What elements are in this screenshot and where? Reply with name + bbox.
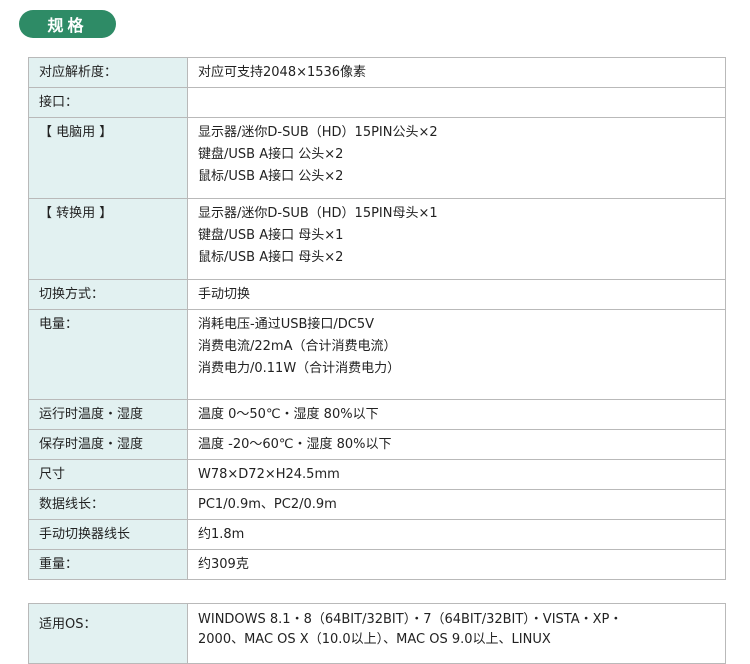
section-title-badge: 规格: [19, 10, 116, 38]
os-value: WINDOWS 8.1・8（64BIT/32BIT）・7（64BIT/32BIT…: [187, 603, 726, 664]
pc-label: 【 电脑用 】: [28, 117, 188, 199]
pc-line: 键盘/USB A接口 公头×2: [198, 147, 344, 162]
interface-value: [187, 87, 726, 118]
interface-label: 接口：: [28, 87, 188, 118]
convert-value: 显示器/迷你D-SUB（HD）15PIN母头×1 键盘/USB A接口 母头×1…: [187, 198, 726, 280]
table-row: 对应解析度： 对应可支持2048×1536像素: [28, 57, 726, 88]
section-title: 规格: [47, 16, 88, 35]
switch-mode-value: 手动切换: [187, 279, 726, 310]
weight-value: 约309克: [187, 549, 726, 580]
table-row: 切换方式： 手动切换: [28, 279, 726, 310]
convert-line: 显示器/迷你D-SUB（HD）15PIN母头×1: [198, 206, 438, 221]
power-value: 消耗电压-通过USB接口/DC5V 消费电流/22mA（合计消费电流） 消费电力…: [187, 309, 726, 400]
power-label: 电量：: [28, 309, 188, 400]
table-row: 数据线长： PC1/0.9m、PC2/0.9m: [28, 489, 726, 520]
table-row: 运行时温度・湿度 温度 0～50℃・湿度 80%以下: [28, 399, 726, 430]
table-row: 保存时温度・湿度 温度 -20～60℃・湿度 80%以下: [28, 429, 726, 460]
convert-line: 鼠标/USB A接口 母头×2: [198, 250, 344, 265]
table-row: 【 电脑用 】 显示器/迷你D-SUB（HD）15PIN公头×2 键盘/USB …: [28, 117, 726, 199]
switcher-cable-value: 约1.8m: [187, 519, 726, 550]
op-temp-label: 运行时温度・湿度: [28, 399, 188, 430]
convert-line: 键盘/USB A接口 母头×1: [198, 228, 344, 243]
spec-table: 对应解析度： 对应可支持2048×1536像素 接口： 【 电脑用 】 显示器/…: [28, 57, 726, 580]
size-value: W78×D72×H24.5mm: [187, 459, 726, 490]
resolution-label: 对应解析度：: [28, 57, 188, 88]
table-row: 电量： 消耗电压-通过USB接口/DC5V 消费电流/22mA（合计消费电流） …: [28, 309, 726, 400]
size-label: 尺寸: [28, 459, 188, 490]
power-line: 消耗电压-通过USB接口/DC5V: [198, 317, 375, 332]
table-row: 适用OS： WINDOWS 8.1・8（64BIT/32BIT）・7（64BIT…: [28, 603, 726, 664]
storage-temp-label: 保存时温度・湿度: [28, 429, 188, 460]
weight-label: 重量：: [28, 549, 188, 580]
storage-temp-value: 温度 -20～60℃・湿度 80%以下: [187, 429, 726, 460]
os-table: 适用OS： WINDOWS 8.1・8（64BIT/32BIT）・7（64BIT…: [28, 603, 726, 664]
cable-length-value: PC1/0.9m、PC2/0.9m: [187, 489, 726, 520]
resolution-value: 对应可支持2048×1536像素: [187, 57, 726, 88]
op-temp-value: 温度 0～50℃・湿度 80%以下: [187, 399, 726, 430]
pc-line: 鼠标/USB A接口 公头×2: [198, 169, 344, 184]
table-row: 【 转换用 】 显示器/迷你D-SUB（HD）15PIN母头×1 键盘/USB …: [28, 198, 726, 280]
switcher-cable-label: 手动切换器线长: [28, 519, 188, 550]
table-row: 手动切换器线长 约1.8m: [28, 519, 726, 550]
power-line: 消费电力/0.11W（合计消费电力）: [198, 361, 401, 376]
switch-mode-label: 切换方式：: [28, 279, 188, 310]
convert-label: 【 转换用 】: [28, 198, 188, 280]
table-row: 尺寸 W78×D72×H24.5mm: [28, 459, 726, 490]
table-row: 重量： 约309克: [28, 549, 726, 580]
os-label: 适用OS：: [28, 603, 188, 664]
table-row: 接口：: [28, 87, 726, 118]
cable-length-label: 数据线长：: [28, 489, 188, 520]
os-line: 2000、MAC OS X（10.0以上）、MAC OS 9.0以上、LINUX: [198, 632, 551, 647]
os-line: WINDOWS 8.1・8（64BIT/32BIT）・7（64BIT/32BIT…: [198, 612, 623, 627]
pc-value: 显示器/迷你D-SUB（HD）15PIN公头×2 键盘/USB A接口 公头×2…: [187, 117, 726, 199]
pc-line: 显示器/迷你D-SUB（HD）15PIN公头×2: [198, 125, 438, 140]
power-line: 消费电流/22mA（合计消费电流）: [198, 339, 397, 354]
